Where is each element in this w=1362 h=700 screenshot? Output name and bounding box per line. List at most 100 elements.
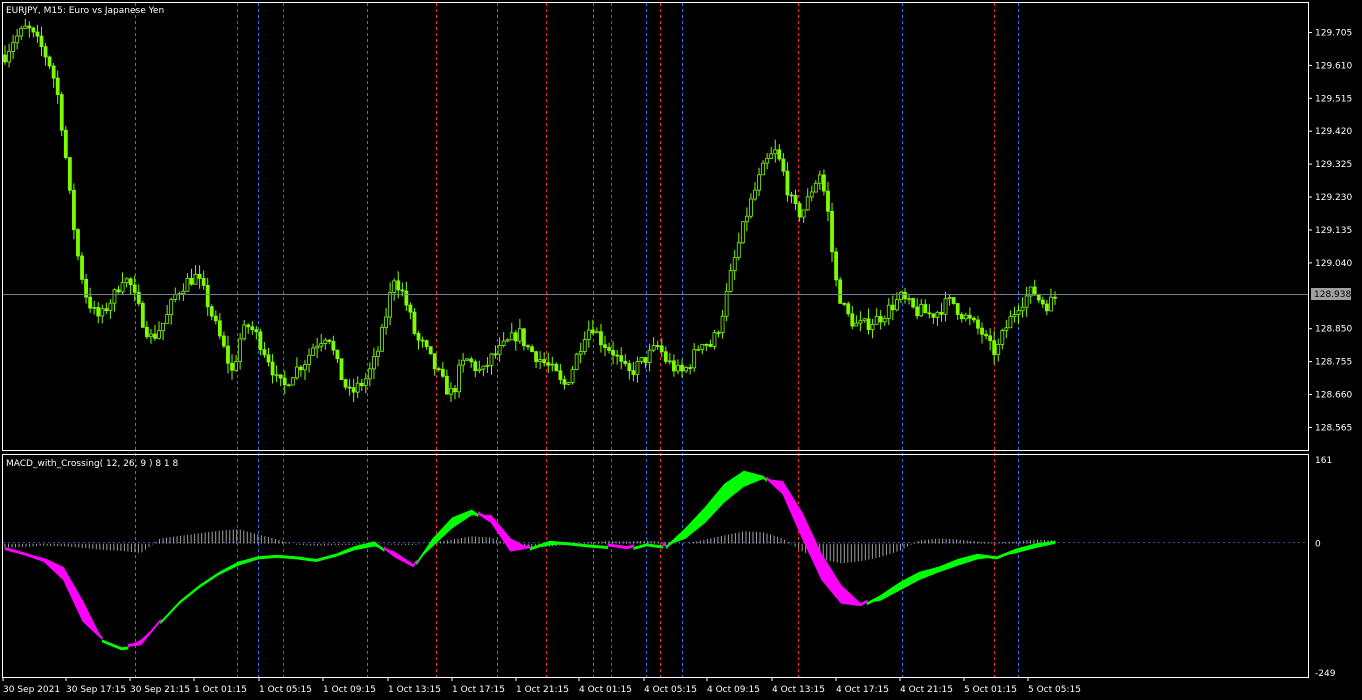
current-price-value: 128.938 bbox=[1314, 290, 1351, 300]
macd-ribbon-up bbox=[753, 473, 758, 483]
candle bbox=[740, 221, 745, 244]
macd-ribbon-up bbox=[698, 510, 703, 529]
time-tick-label: 1 Oct 13:15 bbox=[388, 685, 441, 695]
macd-ribbon-up bbox=[361, 543, 365, 549]
time-tick-label: 30 Sep 17:15 bbox=[66, 685, 126, 695]
macd-ribbon-up bbox=[986, 555, 991, 559]
macd-ribbon-up bbox=[568, 542, 573, 546]
macd-ribbon-up bbox=[286, 555, 291, 559]
macd-ribbon-down bbox=[824, 558, 829, 589]
macd-tick-label: 0 bbox=[1315, 540, 1321, 550]
macd-ribbon-down bbox=[630, 544, 634, 549]
macd-ribbon-up bbox=[643, 543, 647, 548]
macd-ribbon-up bbox=[931, 567, 936, 576]
time-tick-label: 4 Oct 21:15 bbox=[900, 685, 953, 695]
macd-ribbon-up bbox=[1041, 542, 1046, 547]
macd-ribbon-up bbox=[918, 571, 923, 581]
macd-ribbon-up bbox=[750, 472, 754, 485]
macd-ribbon-up bbox=[241, 559, 246, 565]
macd-ribbon-up bbox=[711, 494, 715, 517]
candle bbox=[76, 227, 80, 261]
macd-ribbon-up bbox=[944, 562, 949, 571]
macd-ribbon-up bbox=[238, 560, 242, 566]
macd-ribbon-down bbox=[14, 549, 19, 554]
macd-ribbon-up bbox=[1025, 545, 1030, 551]
macd-ribbon-up bbox=[649, 543, 654, 548]
candle bbox=[290, 376, 295, 386]
candle bbox=[140, 300, 145, 329]
macd-ribbon-up bbox=[364, 542, 369, 549]
macd-ribbon-up bbox=[1051, 540, 1056, 545]
price-tick-label: 129.705 bbox=[1315, 28, 1352, 38]
macd-ribbon-up bbox=[954, 558, 959, 567]
macd-ribbon-up bbox=[270, 555, 275, 559]
macd-ribbon-up bbox=[299, 556, 304, 561]
macd-ribbon-up bbox=[1022, 545, 1027, 552]
time-tick-label: 30 Sep 21:15 bbox=[130, 685, 190, 695]
macd-ribbon-up bbox=[552, 541, 557, 546]
price-tick-label: 129.135 bbox=[1315, 226, 1352, 236]
time-tick-label: 1 Oct 09:15 bbox=[323, 685, 376, 695]
time-tick-label: 4 Oct 17:15 bbox=[836, 685, 889, 695]
macd-ribbon-up bbox=[581, 543, 586, 548]
price-tick-label: 128.660 bbox=[1315, 391, 1352, 401]
macd-ribbon-up bbox=[656, 544, 660, 549]
candle bbox=[339, 358, 344, 381]
chart-title: EURJPY, M15: Euro vs Japanese Yen bbox=[6, 6, 164, 16]
macd-ribbon-up bbox=[558, 541, 563, 545]
macd-ribbon-up bbox=[740, 470, 745, 490]
macd-ribbon-up bbox=[325, 555, 330, 560]
macd-ribbon-up bbox=[938, 565, 942, 573]
macd-ribbon-up bbox=[633, 545, 638, 550]
time-tick-label: 4 Oct 13:15 bbox=[772, 685, 825, 695]
macd-ribbon-up bbox=[571, 542, 576, 547]
macd-ribbon-up bbox=[720, 483, 725, 507]
macd-ribbon-up bbox=[565, 542, 570, 546]
time-tick-label: 1 Oct 05:15 bbox=[259, 685, 312, 695]
price-tick-label: 129.610 bbox=[1315, 61, 1352, 71]
candle bbox=[457, 359, 461, 398]
price-tick-label: 129.420 bbox=[1315, 127, 1352, 137]
macd-ribbon-up bbox=[588, 544, 592, 548]
macd-ribbon-up bbox=[549, 540, 553, 546]
candle bbox=[574, 352, 579, 371]
macd-ribbon-up bbox=[652, 544, 657, 548]
macd-ribbon-up bbox=[601, 545, 605, 549]
macd-ribbon-up bbox=[737, 472, 741, 493]
macd-ribbon-up bbox=[925, 569, 929, 578]
macd-ribbon-up bbox=[714, 490, 719, 514]
price-tick-label: 129.040 bbox=[1315, 259, 1352, 269]
candle bbox=[412, 307, 417, 336]
macd-ribbon-up bbox=[315, 558, 320, 563]
macd-tick-label: -249 bbox=[1315, 669, 1336, 679]
macd-ribbon-up bbox=[260, 555, 265, 560]
macd-tick-label: 161 bbox=[1315, 456, 1332, 466]
macd-ribbon-up bbox=[980, 554, 984, 560]
indicator-title: MACD_with_Crossing( 12, 26, 9 ) 8 1 8 bbox=[6, 459, 179, 469]
macd-ribbon-up bbox=[306, 557, 310, 562]
current-price-label: 128.938 bbox=[1311, 288, 1351, 300]
macd-ribbon-up bbox=[717, 487, 722, 510]
macd-ribbon-up bbox=[273, 554, 278, 559]
price-tick-label: 128.755 bbox=[1315, 358, 1352, 368]
price-tick-label: 129.230 bbox=[1315, 193, 1352, 203]
macd-ribbon-down bbox=[510, 538, 515, 552]
macd-ribbon-down bbox=[844, 587, 848, 605]
macd-ribbon-down bbox=[11, 548, 15, 553]
macd-ribbon-down bbox=[516, 541, 521, 551]
macd-ribbon-down bbox=[607, 543, 612, 547]
macd-ribbon-up bbox=[1048, 541, 1053, 546]
time-tick-label: 4 Oct 09:15 bbox=[707, 685, 760, 695]
macd-ribbon-up bbox=[947, 561, 952, 570]
candle bbox=[951, 297, 956, 305]
macd-ribbon-up bbox=[604, 545, 609, 550]
macd-ribbon-up bbox=[639, 544, 644, 549]
macd-ribbon-up bbox=[707, 498, 712, 521]
macd-ribbon-up bbox=[941, 564, 946, 572]
macd-ribbon-down bbox=[614, 544, 618, 548]
chart-window[interactable]: 129.705 129.610 129.515 129.420 129.325 129.2… bbox=[0, 0, 1362, 700]
macd-ribbon-up bbox=[704, 502, 709, 524]
macd-ribbon-up bbox=[121, 646, 126, 651]
candle bbox=[428, 346, 433, 356]
macd-ribbon-down bbox=[626, 545, 631, 550]
